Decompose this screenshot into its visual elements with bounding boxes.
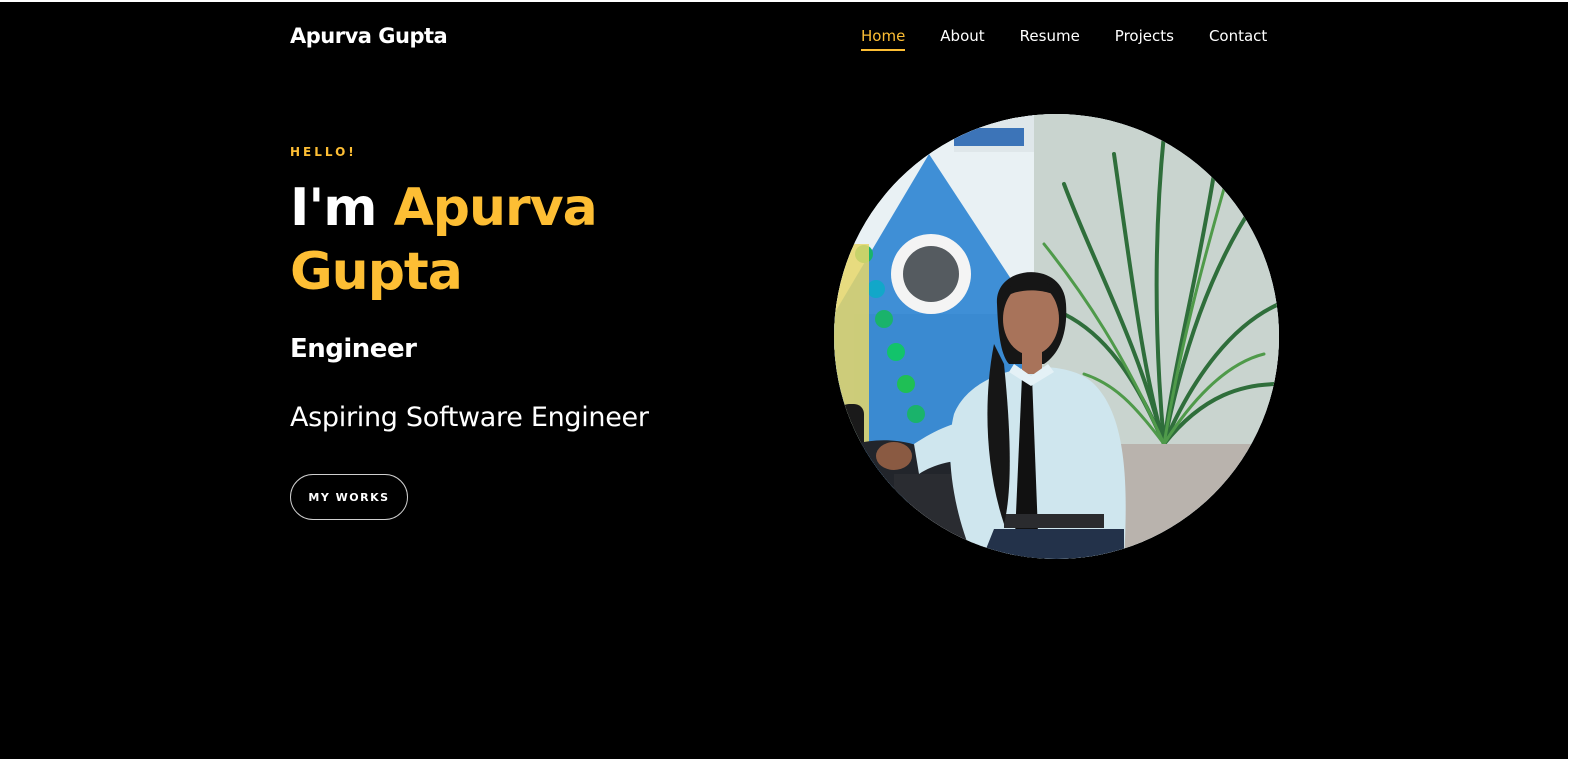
my-works-button[interactable]: MY WORKS (290, 474, 408, 520)
profile-photo (834, 114, 1279, 559)
profile-photo-illustration (834, 114, 1279, 559)
home-page: Apurva Gupta Home About Resume Projects … (0, 0, 1584, 759)
hero-headline: I'm Apurva Gupta (290, 176, 750, 304)
hero-role: Engineer (290, 334, 417, 364)
brand-logo[interactable]: Apurva Gupta (290, 24, 448, 48)
hero-tagline: Aspiring Software Engineer (290, 402, 649, 433)
nav-item-contact[interactable]: Contact (1209, 27, 1267, 51)
nav-item-resume[interactable]: Resume (1020, 27, 1080, 51)
headline-first-name: Apurva (393, 178, 598, 238)
nav-item-home[interactable]: Home (861, 27, 906, 51)
nav-item-projects[interactable]: Projects (1115, 27, 1174, 51)
headline-last-name: Gupta (290, 242, 463, 302)
top-border (0, 0, 1584, 2)
scrollbar-track[interactable] (1568, 0, 1584, 759)
main-nav: Home About Resume Projects Contact (861, 27, 1267, 51)
nav-item-about[interactable]: About (940, 27, 984, 51)
headline-prefix: I'm (290, 178, 394, 238)
hero-greeting: HELLO! (290, 145, 357, 159)
